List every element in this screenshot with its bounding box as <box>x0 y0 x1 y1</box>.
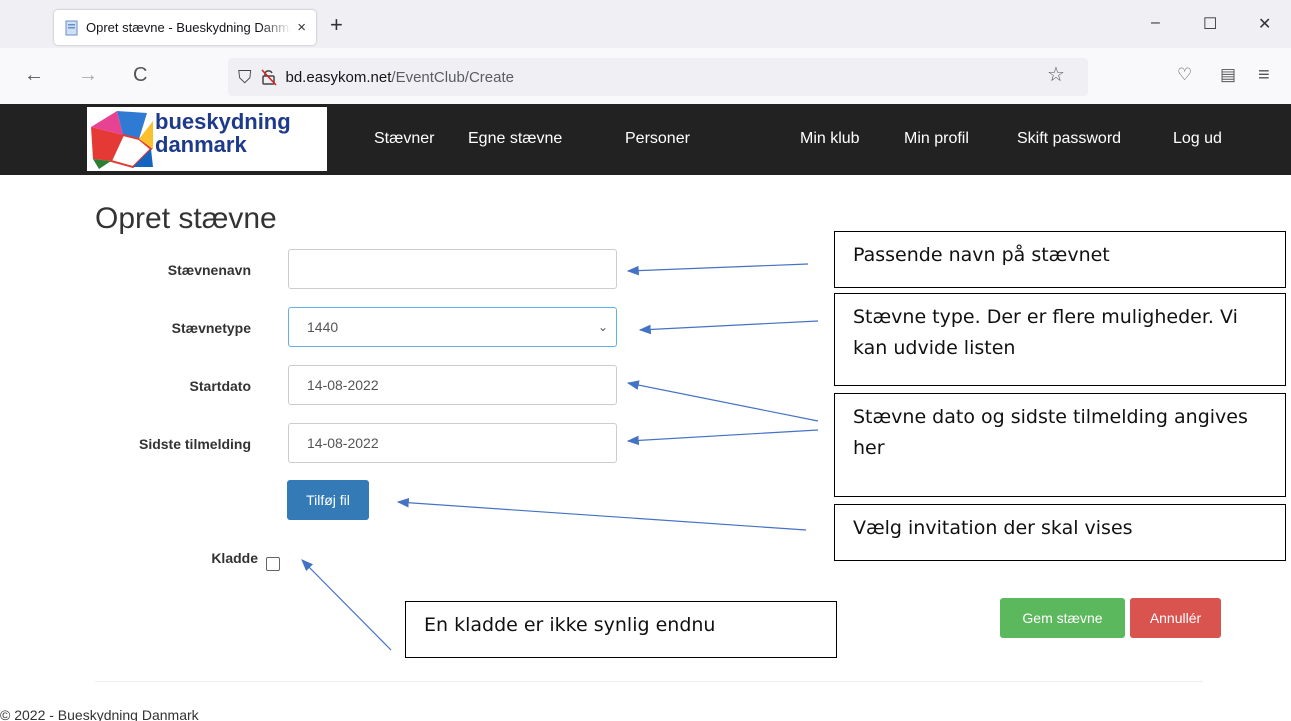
deadline-label: Sidste tilmelding <box>138 436 251 452</box>
arrow-draft <box>301 559 392 651</box>
reader-view-icon[interactable]: ▤ <box>1220 64 1236 86</box>
type-label: Stævnetype <box>171 320 251 336</box>
start-date-input[interactable]: 14-08-2022 <box>288 365 617 405</box>
forward-icon[interactable]: → <box>78 64 98 86</box>
nav-egne-staevne[interactable]: Egne stævne <box>468 130 562 148</box>
site-logo[interactable]: bueskydning danmark <box>87 107 327 171</box>
arrow-deadline <box>626 429 819 446</box>
menu-icon[interactable]: ≡ <box>1258 64 1270 86</box>
footer-text: © 2022 - Bueskydning Danmark <box>0 707 199 721</box>
url-path: /EventClub/Create <box>391 68 514 86</box>
cancel-button[interactable]: Annullér <box>1130 598 1221 638</box>
chevron-down-icon: ⌄ <box>597 320 608 334</box>
arrow-type <box>638 320 819 335</box>
pocket-icon[interactable]: ♡ <box>1177 64 1192 86</box>
callout-dates: Stævne dato og sidste tilmelding angives… <box>834 393 1286 497</box>
save-button[interactable]: Gem stævne <box>1000 598 1125 638</box>
shield-icon[interactable]: ⛉ <box>238 67 252 88</box>
browser-toolbar: ← → C ⛉ bd.easykom.net/EventClub/Create … <box>0 48 1291 106</box>
url-domain: bd.easykom.net <box>285 68 392 86</box>
minimize-icon[interactable]: – <box>1151 14 1160 32</box>
footer-divider <box>95 681 1203 682</box>
browser-tab[interactable]: Opret stævne - Bueskydning Danmark × <box>54 10 316 45</box>
callout-type: Stævne type. Der er flere muligheder. Vi… <box>834 293 1286 386</box>
nav-skift-password[interactable]: Skift password <box>1017 130 1121 148</box>
logo-line2: danmark <box>155 132 247 157</box>
add-file-button[interactable]: Tilføj fil <box>287 480 369 520</box>
page-title: Opret stævne <box>95 202 277 235</box>
logo-mark-icon <box>91 111 153 169</box>
address-bar[interactable]: ⛉ bd.easykom.net/EventClub/Create <box>228 58 1088 96</box>
draft-checkbox[interactable] <box>266 557 280 571</box>
logo-line1: bueskydning <box>155 109 291 134</box>
browser-tabstrip: Opret stævne - Bueskydning Danmark × + –… <box>0 0 1291 48</box>
arrow-name <box>626 263 809 276</box>
nav-min-profil[interactable]: Min profil <box>904 130 969 148</box>
name-label: Stævnenavn <box>167 262 251 278</box>
new-tab-button[interactable]: + <box>330 14 343 36</box>
start-date-label: Startdato <box>189 378 251 394</box>
bookmark-star-icon[interactable]: ☆ <box>1047 64 1065 86</box>
callout-draft: En kladde er ikke synlig endnu <box>405 601 837 658</box>
logo-wordmark: bueskydning danmark <box>155 110 291 156</box>
nav-personer[interactable]: Personer <box>625 130 690 148</box>
page-favicon-icon <box>65 20 78 35</box>
draft-label: Kladde <box>211 550 258 566</box>
reload-icon[interactable]: C <box>133 64 147 86</box>
type-select[interactable]: 1440 ⌄ <box>288 307 617 347</box>
type-select-value: 1440 <box>307 319 339 335</box>
callout-file: Vælg invitation der skal vises <box>834 504 1286 561</box>
tab-title: Opret stævne - Bueskydning Danmark <box>86 20 292 35</box>
insecure-lock-icon[interactable] <box>260 68 278 86</box>
nav-log-ud[interactable]: Log ud <box>1173 130 1222 148</box>
deadline-input[interactable]: 14-08-2022 <box>288 423 617 463</box>
arrow-startdate <box>626 380 819 422</box>
nav-min-klub[interactable]: Min klub <box>800 130 860 148</box>
tab-close-icon[interactable]: × <box>297 19 306 36</box>
callout-name: Passende navn på stævnet <box>834 231 1286 288</box>
nav-staevner[interactable]: Stævner <box>374 130 434 148</box>
arrow-file <box>396 497 807 531</box>
maximize-icon[interactable]: ☐ <box>1203 14 1217 34</box>
close-window-icon[interactable]: ✕ <box>1258 14 1271 34</box>
name-input[interactable] <box>288 249 617 289</box>
back-icon[interactable]: ← <box>24 64 44 86</box>
